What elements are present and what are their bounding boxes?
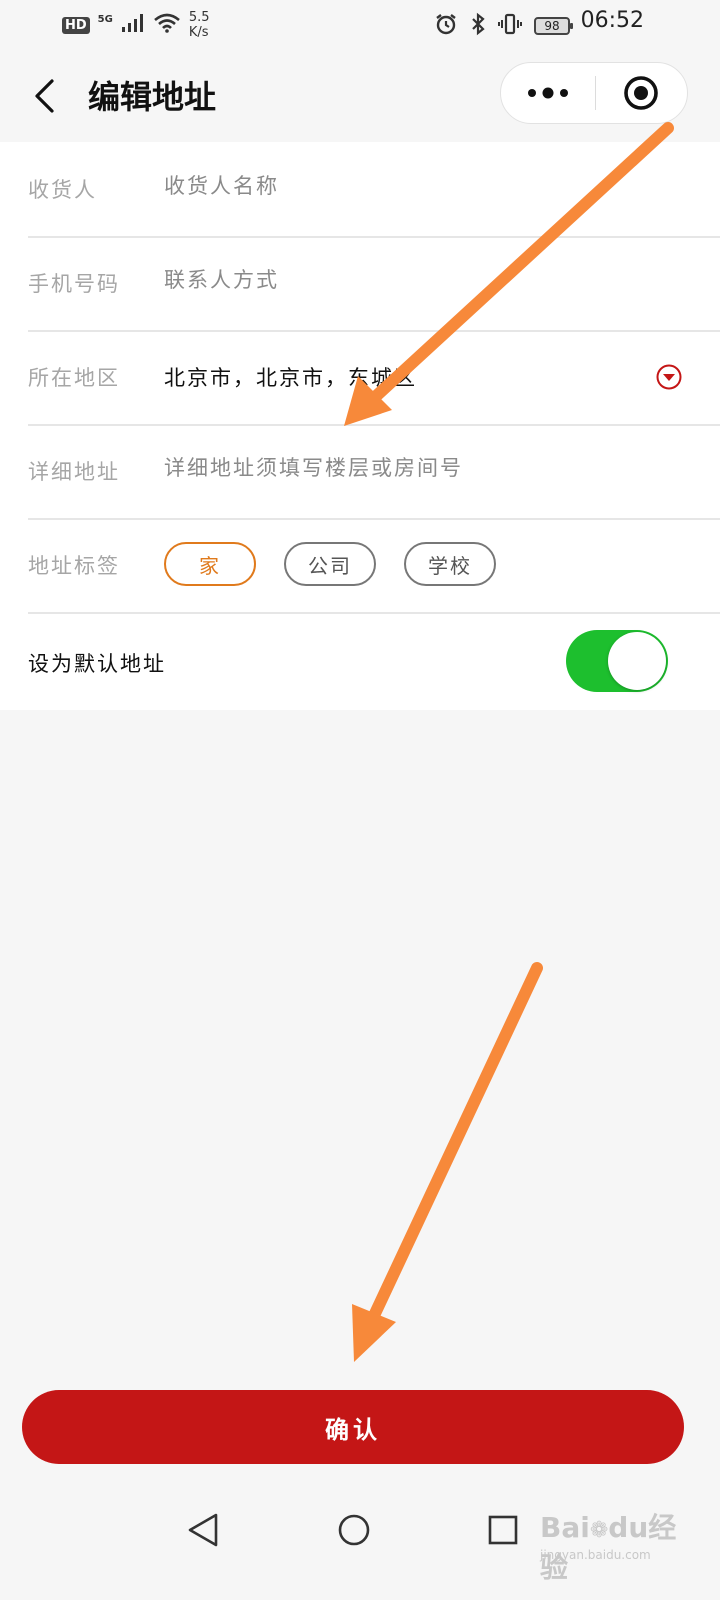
baidu-watermark: Bai❁du经验 jingyan.baidu.com [540, 1492, 680, 1584]
back-button[interactable] [24, 72, 64, 120]
region-label: 所在地区 [28, 366, 120, 390]
nav-back-icon[interactable] [186, 1512, 220, 1548]
detail-label: 详细地址 [28, 460, 120, 484]
status-time: 06:52 [580, 8, 644, 33]
more-dots-icon [527, 87, 568, 99]
tag-group: 家 公司 学校 [164, 542, 496, 586]
confirm-button[interactable]: 确认 [22, 1390, 684, 1464]
paw-icon: ❁ [589, 1518, 609, 1543]
tag-home[interactable]: 家 [164, 542, 256, 586]
more-button[interactable] [501, 63, 595, 123]
speed-unit: K/s [188, 25, 209, 40]
tag-school[interactable]: 学校 [404, 542, 496, 586]
mini-program-capsule [500, 62, 688, 124]
wifi-icon [153, 13, 181, 37]
nav-home-icon[interactable] [337, 1512, 371, 1548]
speed-value: 5.5 [188, 10, 210, 25]
default-address-row: 设为默认地址 [0, 612, 720, 706]
region-row[interactable]: 所在地区 北京市，北京市，东城区 [0, 330, 720, 424]
annotation-arrow-bottom [352, 962, 543, 1362]
tag-company[interactable]: 公司 [284, 542, 376, 586]
hd-badge: HD [62, 16, 90, 34]
watermark-url: jingyan.baidu.com [540, 1548, 651, 1562]
phone-row: 手机号码 [0, 236, 720, 330]
status-left: HD 5G 5.5 K/s [62, 10, 219, 40]
watermark-brand: Bai❁du经验 [540, 1511, 677, 1584]
toggle-knob [608, 632, 666, 690]
tags-label: 地址标签 [28, 554, 120, 578]
close-mini-program-button[interactable] [596, 63, 688, 123]
bluetooth-icon [470, 12, 486, 40]
address-form: 收货人 手机号码 所在地区 北京市，北京市，东城区 详细地址 地址标签 家 公司… [0, 142, 720, 710]
alarm-icon [434, 12, 458, 40]
phone-label: 手机号码 [28, 272, 120, 296]
dropdown-circle-icon[interactable] [656, 364, 682, 390]
page-title: 编辑地址 [88, 78, 217, 116]
battery-icon: 98 [534, 17, 573, 35]
detail-address-input[interactable] [164, 456, 664, 480]
signal-icon [121, 13, 145, 37]
default-address-label: 设为默认地址 [28, 652, 166, 676]
region-value[interactable]: 北京市，北京市，东城区 [164, 362, 417, 392]
receiver-label: 收货人 [28, 178, 97, 202]
phone-input[interactable] [164, 268, 664, 292]
detail-row: 详细地址 [0, 424, 720, 518]
target-circle-icon [624, 76, 659, 110]
tags-row: 地址标签 家 公司 学校 [0, 518, 720, 612]
vibrate-icon [498, 12, 522, 40]
default-address-toggle[interactable] [566, 630, 668, 692]
receiver-row: 收货人 [0, 142, 720, 236]
chevron-left-icon [35, 79, 54, 113]
network-speed: 5.5 K/s [189, 10, 219, 40]
status-bar: HD 5G 5.5 K/s 98 06:52 [0, 0, 720, 50]
title-bar: 编辑地址 [0, 50, 720, 142]
receiver-input[interactable] [164, 174, 664, 198]
network-type: 5G [97, 13, 113, 25]
nav-recent-icon[interactable] [487, 1514, 519, 1546]
